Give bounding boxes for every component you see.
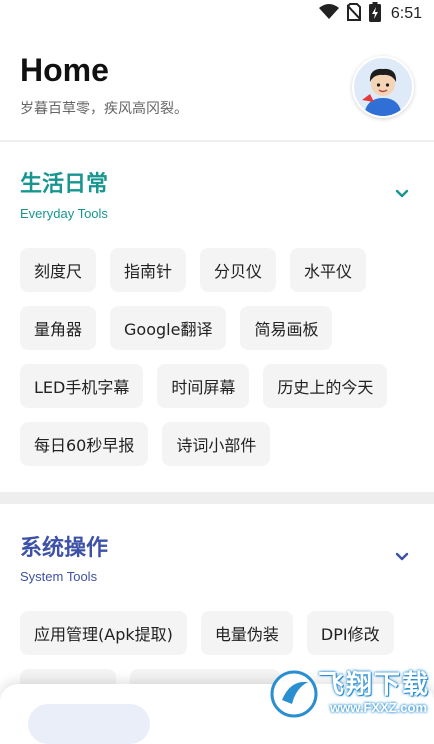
tool-chip[interactable]: LED手机字幕 [20, 364, 144, 408]
tool-chip[interactable]: 时间屏幕 [157, 364, 250, 408]
bottom-action-pill[interactable] [28, 704, 150, 744]
status-bar: 6:51 [0, 0, 434, 28]
tool-chip[interactable]: Google翻译 [110, 306, 227, 350]
avatar-cartoon-icon [354, 58, 412, 116]
chevron-down-icon[interactable] [392, 547, 412, 567]
status-time: 6:51 [390, 5, 422, 22]
tool-chip[interactable]: 简易画板 [240, 306, 333, 350]
section-title-system: 系统操作 [20, 536, 109, 561]
section-divider [0, 492, 434, 504]
page-subtitle: 岁暮百草零，疾风高冈裂。 [20, 101, 188, 117]
everyday-tools-list: 刻度尺 指南针 分贝仪 水平仪量角器 Google翻译 简易画板 LED手机字幕 时间屏幕 历史… [20, 248, 420, 466]
page-title: Home [20, 52, 109, 88]
tool-chip[interactable]: 指南针 [110, 248, 187, 292]
watermark-text: 飞翔下载 [318, 670, 431, 700]
tool-chip[interactable]: 水平仪 [290, 248, 367, 292]
tool-chip[interactable]: 诗词小部件 [162, 422, 271, 466]
no-sim-icon [346, 3, 362, 25]
battery-charging-icon [368, 2, 381, 26]
avatar[interactable] [352, 56, 414, 118]
tool-chip[interactable]: 每日60秒早报 [20, 422, 149, 466]
section-subtitle-everyday: Everyday Tools [20, 206, 108, 221]
tool-chip[interactable]: 应用管理(Apk提取) [20, 611, 187, 655]
watermark-url: www.FXXZ.com [330, 700, 428, 715]
section-title-everyday: 生活日常 [20, 172, 109, 197]
chevron-down-icon[interactable] [392, 184, 412, 204]
tool-chip[interactable]: 刻度尺 [20, 248, 97, 292]
tool-chip[interactable]: 量角器 [20, 306, 97, 350]
wifi-icon [318, 4, 339, 24]
header-divider [0, 140, 434, 142]
tool-chip[interactable]: 历史上的今天 [263, 364, 388, 408]
section-subtitle-system: System Tools [20, 569, 98, 584]
tool-chip[interactable]: DPI修改 [306, 611, 394, 655]
tool-chip[interactable]: 电量伪装 [200, 611, 293, 655]
tool-chip[interactable]: 分贝仪 [200, 248, 277, 292]
